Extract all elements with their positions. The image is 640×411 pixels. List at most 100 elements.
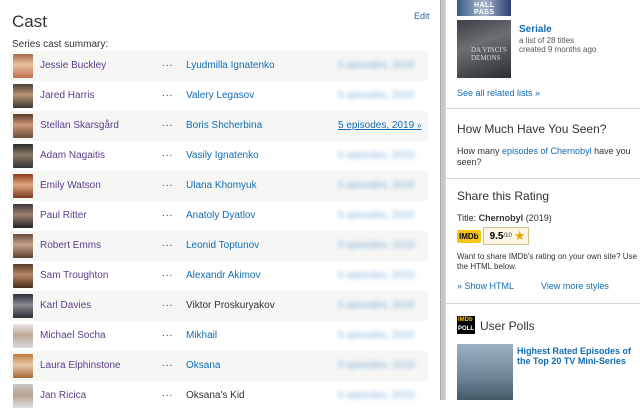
actor-link[interactable]: Emily Watson — [40, 180, 101, 191]
share-heading: Share this Rating — [457, 189, 550, 203]
table-row: Adam Nagaitis ... Vasily Ignatenko 5 epi… — [10, 141, 428, 171]
character-link[interactable]: Alexandr Akimov — [186, 270, 260, 281]
character-link[interactable]: Anatoly Dyatlov — [186, 210, 255, 221]
actor-photo[interactable] — [13, 144, 33, 168]
actor-photo[interactable] — [13, 174, 33, 198]
see-all-lists-link[interactable]: See all related lists » — [457, 88, 540, 98]
character-link[interactable]: Valery Legasov — [186, 90, 254, 101]
actor-photo[interactable] — [13, 204, 33, 228]
character-link[interactable]: Leonid Toptunov — [186, 240, 259, 251]
episodes-link[interactable]: 5 episodes, 2019 » — [338, 120, 421, 131]
actor-photo[interactable] — [13, 384, 33, 408]
character-link[interactable]: Vasily Ignatenko — [186, 150, 259, 161]
table-row: Karl Davies ... Viktor Proskuryakov 5 ep… — [10, 291, 428, 321]
episodes-link[interactable]: 5 episodes, 2019 — [338, 90, 414, 101]
character-link[interactable]: Boris Shcherbina — [186, 120, 262, 131]
table-row: Emily Watson ... Ulana Khomyuk 5 episode… — [10, 171, 428, 201]
table-row: Paul Ritter ... Anatoly Dyatlov 5 episod… — [10, 201, 428, 231]
table-row: Stellan Skarsgård ... Boris Shcherbina 5… — [10, 111, 428, 141]
share-description: Want to share IMDb's rating on your own … — [457, 252, 637, 271]
list-thumbnail[interactable]: DA VINCI'S DEMONS — [457, 20, 511, 78]
cast-table: Jessie Buckley ... Lyudmilla Ignatenko 5… — [10, 51, 428, 411]
rating-value-box: 9.5/10 ★ — [482, 227, 530, 245]
episodes-link[interactable]: 5 episodes, 2019 — [338, 180, 414, 191]
episodes-link[interactable]: 5 episodes, 2019 — [338, 330, 414, 341]
separator-dots: ... — [162, 58, 174, 69]
chevron-down-icon[interactable]: » — [457, 281, 462, 291]
separator-dots: ... — [162, 88, 174, 99]
user-polls-heading: User Polls — [480, 319, 535, 333]
actor-link[interactable]: Adam Nagaitis — [40, 150, 105, 161]
actor-photo[interactable] — [13, 114, 33, 138]
actor-photo[interactable] — [13, 354, 33, 378]
table-row: Jessie Buckley ... Lyudmilla Ignatenko 5… — [10, 51, 428, 81]
actor-link[interactable]: Jessie Buckley — [40, 60, 106, 71]
actor-link[interactable]: Karl Davies — [40, 300, 91, 311]
table-row: Jan Ricica ... Oksana's Kid 5 episodes, … — [10, 381, 428, 411]
actor-link[interactable]: Paul Ritter — [40, 210, 87, 221]
episodes-text[interactable]: 5 episodes, 2019 — [338, 120, 414, 131]
actor-photo[interactable] — [13, 84, 33, 108]
table-row: Sam Troughton ... Alexandr Akimov 5 epis… — [10, 261, 428, 291]
episodes-link[interactable]: 5 episodes, 2019 — [338, 390, 414, 401]
actor-link[interactable]: Robert Emms — [40, 240, 101, 251]
separator-dots: ... — [162, 298, 174, 309]
title-name: Chernobyl — [478, 213, 524, 223]
episodes-link[interactable]: 5 episodes, 2019 — [338, 270, 414, 281]
poll-logo-bottom: POLL — [458, 326, 474, 332]
poll-link[interactable]: Highest Rated Episodes of the Top 20 TV … — [517, 346, 640, 366]
how-many-text: How many episodes of Chernobyl have you … — [457, 146, 640, 168]
page-title: Cast — [12, 12, 47, 31]
view-more-styles-link[interactable]: View more styles — [541, 281, 609, 291]
character-link[interactable]: Ulana Khomyuk — [186, 180, 257, 191]
actor-photo[interactable] — [13, 54, 33, 78]
thumbnail-caption: HALL PASS — [474, 2, 495, 16]
list-created: created 9 months ago — [519, 45, 597, 54]
separator-dots: ... — [162, 178, 174, 189]
table-row: Laura Elphinstone ... Oksana 5 episodes,… — [10, 351, 428, 381]
share-title-line: Title: Chernobyl (2019) — [457, 213, 552, 223]
actor-photo[interactable] — [13, 234, 33, 258]
episodes-link[interactable]: 5 episodes, 2019 — [338, 60, 414, 71]
show-html-link[interactable]: » Show HTML — [457, 281, 514, 291]
character-link[interactable]: Mikhail — [186, 330, 217, 341]
list-thumbnail[interactable]: HALL PASS — [457, 0, 511, 16]
how-many-pre: How many — [457, 146, 503, 156]
poll-thumbnail[interactable] — [457, 344, 513, 400]
actor-link[interactable]: Jared Harris — [40, 90, 94, 101]
title-year: (2019) — [523, 213, 552, 223]
episodes-link[interactable]: 5 episodes, 2019 — [338, 150, 414, 161]
actor-link[interactable]: Jan Ricica — [40, 390, 86, 401]
character-name: Viktor Proskuryakov — [186, 300, 275, 311]
section-divider — [446, 303, 640, 304]
rating-badge[interactable]: IMDb 9.5/10 ★ — [457, 227, 530, 245]
episodes-link[interactable]: episodes of Chernobyl — [502, 146, 592, 156]
list-title-link[interactable]: Seriale — [519, 24, 552, 35]
character-name: Oksana's Kid — [186, 390, 245, 401]
section-divider — [446, 178, 640, 179]
rating-value: 9.5 — [489, 230, 504, 242]
actor-photo[interactable] — [13, 294, 33, 318]
separator-dots: ... — [162, 118, 174, 129]
actor-photo[interactable] — [13, 324, 33, 348]
chevron-down-icon[interactable]: » — [417, 121, 421, 130]
table-row: Robert Emms ... Leonid Toptunov 5 episod… — [10, 231, 428, 261]
separator-dots: ... — [162, 268, 174, 279]
main-content: Cast Edit Series cast summary: Jessie Bu… — [0, 0, 440, 411]
character-link[interactable]: Oksana — [186, 360, 220, 371]
character-link[interactable]: Lyudmilla Ignatenko — [186, 60, 275, 71]
episodes-link[interactable]: 5 episodes, 2019 — [338, 240, 414, 251]
poll-logo-top: IMDb — [458, 317, 473, 323]
how-many-heading: How Much Have You Seen? — [457, 122, 607, 136]
episodes-link[interactable]: 5 episodes, 2019 — [338, 360, 414, 371]
actor-link[interactable]: Michael Socha — [40, 330, 106, 341]
table-row: Jared Harris ... Valery Legasov 5 episod… — [10, 81, 428, 111]
episodes-link[interactable]: 5 episodes, 2019 — [338, 210, 414, 221]
actor-photo[interactable] — [13, 264, 33, 288]
actor-link[interactable]: Sam Troughton — [40, 270, 108, 281]
episodes-link[interactable]: 5 episodes, 2019 — [338, 300, 414, 311]
actor-link[interactable]: Laura Elphinstone — [40, 360, 121, 371]
edit-link[interactable]: Edit — [414, 11, 430, 21]
show-html-label[interactable]: Show HTML — [465, 281, 515, 291]
actor-link[interactable]: Stellan Skarsgård — [40, 120, 119, 131]
